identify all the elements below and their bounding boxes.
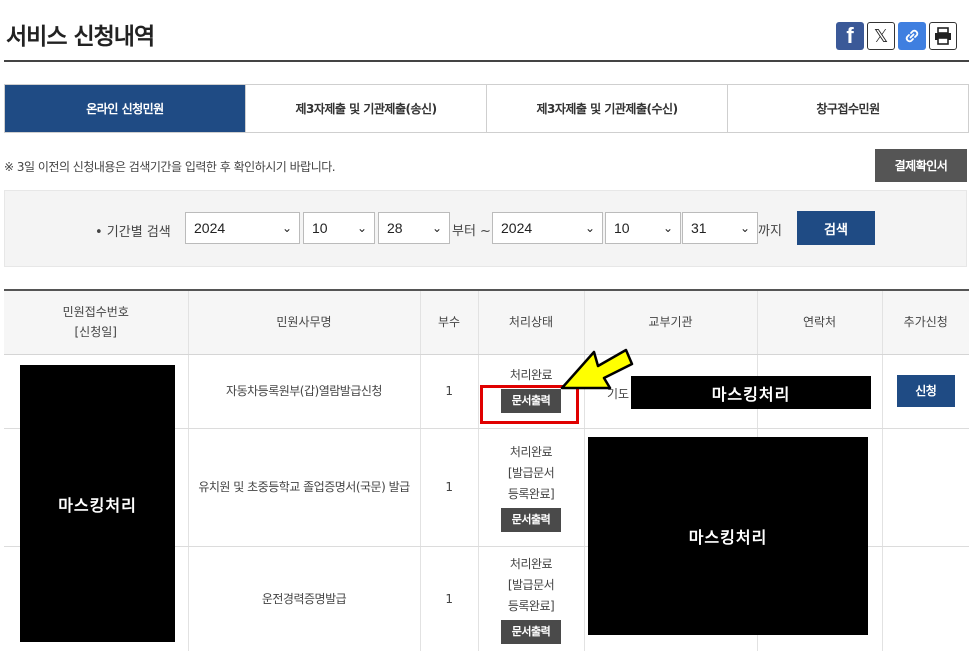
share-toolbar: f 𝕏 [836, 22, 957, 50]
print-document-button[interactable]: 문서출력 [500, 508, 562, 532]
tab-third-party-sent[interactable]: 제3자제출 및 기관제출(송신) [245, 85, 486, 132]
status-text: 처리완료 [509, 557, 553, 571]
service-name-cell: 유치원 및 초중등학교 졸업증명서(국문) 발급 [187, 428, 420, 547]
status-cell: 처리완료 [발급문서 등록완료] 문서출력 [477, 428, 584, 547]
apply-button[interactable]: 신청 [896, 375, 955, 407]
search-button[interactable]: 검색 [797, 211, 875, 245]
from-year-value: 2024 [194, 220, 226, 236]
chevron-down-icon: ⌄ [584, 221, 595, 235]
to-month-value: 10 [614, 220, 630, 236]
from-month-select[interactable]: 10 ⌄ [303, 212, 375, 244]
search-label: • 기간별 검색 [95, 225, 171, 240]
status-detail: 등록완료] [507, 487, 555, 501]
to-month-select[interactable]: 10 ⌄ [605, 212, 681, 244]
status-detail: [발급문서 [507, 466, 555, 480]
payment-receipt-button[interactable]: 결제확인서 [875, 149, 967, 182]
masking-block-big-right: 마스킹처리 [588, 437, 868, 635]
chevron-down-icon: ⌄ [356, 221, 367, 235]
header-extra: 추가신청 [881, 289, 969, 355]
extra-cell: 신청 [881, 354, 969, 429]
chevron-down-icon: ⌄ [662, 221, 673, 235]
print-document-button[interactable]: 문서출력 [500, 620, 562, 644]
link-copy-icon[interactable] [898, 22, 926, 50]
title-divider [4, 60, 969, 62]
period-search-panel: • 기간별 검색 2024 ⌄ 10 ⌄ 28 ⌄ 부터 ~ 2024 ⌄ 10 ⌄ 31… [4, 190, 967, 267]
status-cell: 처리완료 [발급문서 등록완료] 문서출력 [477, 546, 584, 651]
print-icon[interactable] [929, 22, 957, 50]
from-day-value: 28 [387, 220, 403, 236]
service-name-cell: 운전경력증명발급 [187, 546, 420, 651]
header-receipt-no: 민원접수번호 [신청일] [4, 289, 188, 355]
to-day-select[interactable]: 31 ⌄ [682, 212, 758, 244]
tab-third-party-received[interactable]: 제3자제출 및 기관제출(수신) [486, 85, 727, 132]
masking-block-left: 마스킹처리 [20, 365, 175, 642]
tab-counter-applications[interactable]: 창구접수민원 [727, 85, 968, 132]
to-year-value: 2024 [501, 220, 533, 236]
facebook-share-icon[interactable]: f [836, 22, 864, 50]
to-day-value: 31 [691, 220, 707, 236]
header-name: 민원사무명 [187, 289, 420, 355]
page-title: 서비스 신청내역 [6, 24, 155, 50]
copies-cell: 1 [419, 354, 478, 429]
x-share-icon[interactable]: 𝕏 [867, 22, 895, 50]
status-detail: 등록완료] [507, 599, 555, 613]
chevron-down-icon: ⌄ [431, 221, 442, 235]
to-suffix: 까지 [758, 224, 782, 239]
from-month-value: 10 [312, 220, 328, 236]
extra-cell [881, 546, 969, 651]
tab-bar: 온라인 신청민원 제3자제출 및 기관제출(송신) 제3자제출 및 기관제출(수… [4, 84, 969, 133]
copies-cell: 1 [419, 546, 478, 651]
from-day-select[interactable]: 28 ⌄ [378, 212, 450, 244]
status-detail: [발급문서 [507, 578, 555, 592]
status-text: 처리완료 [509, 445, 553, 459]
header-copies: 부수 [419, 289, 478, 355]
to-year-select[interactable]: 2024 ⌄ [492, 212, 603, 244]
pointer-arrow-icon [560, 348, 634, 390]
chevron-down-icon: ⌄ [281, 221, 292, 235]
service-name-cell: 자동차등록원부(갑)열람발급신청 [187, 354, 420, 429]
notice-text: ※ 3일 이전의 신청내용은 검색기간을 입력한 후 확인하시기 바랍니다. [4, 160, 336, 174]
copies-cell: 1 [419, 428, 478, 547]
extra-cell [881, 428, 969, 547]
chevron-down-icon: ⌄ [739, 221, 750, 235]
from-year-select[interactable]: 2024 ⌄ [185, 212, 300, 244]
masking-block-top-right: 마스킹처리 [631, 376, 871, 409]
from-suffix: 부터 ~ [452, 224, 491, 239]
header-contact: 연락처 [756, 289, 882, 355]
tab-online-applications[interactable]: 온라인 신청민원 [5, 85, 245, 132]
table-header-row: 민원접수번호 [신청일] 민원사무명 부수 처리상태 교부기관 연락처 추가신청 [4, 289, 969, 355]
